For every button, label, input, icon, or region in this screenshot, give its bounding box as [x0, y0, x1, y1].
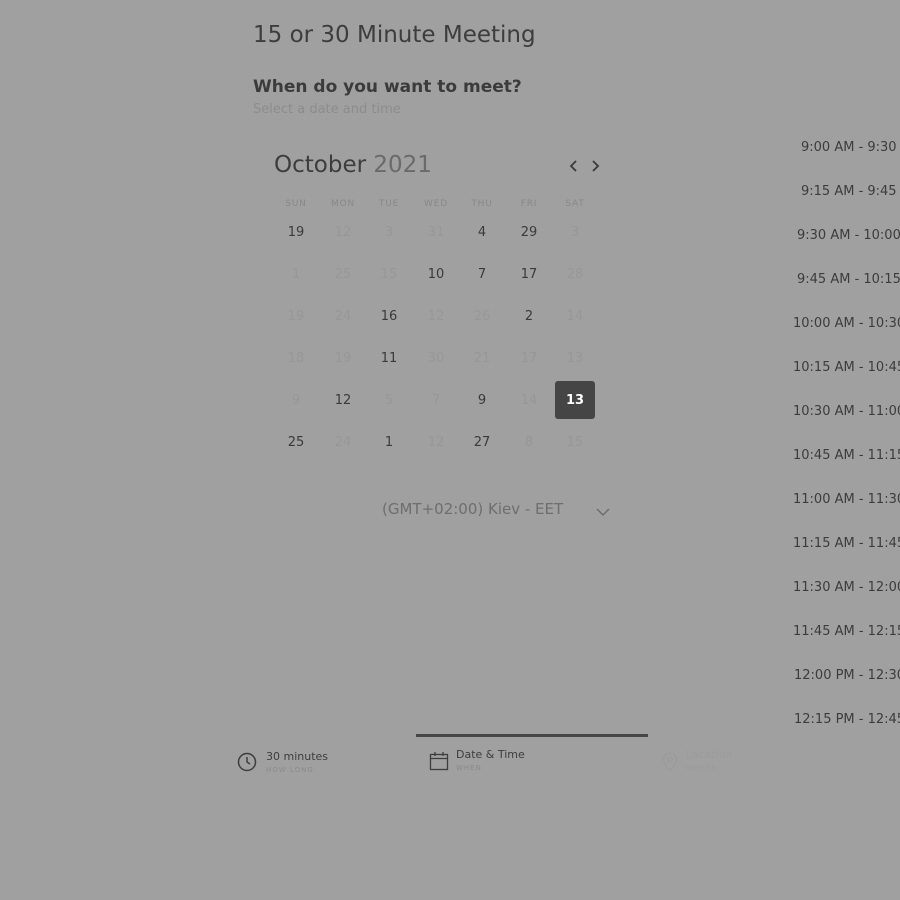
weekday-label: WED: [424, 199, 448, 209]
calendar-day[interactable]: 25: [276, 423, 316, 461]
weekday-label: SAT: [565, 199, 585, 209]
time-slot-button[interactable]: 9:15 AM - 9:45 AM: [801, 171, 900, 211]
time-slot-button[interactable]: 11:30 AM - 12:00 PM: [793, 567, 900, 607]
calendar-day-selected[interactable]: 13: [555, 381, 595, 419]
time-slot-button[interactable]: 9:30 AM - 10:00 AM: [797, 215, 900, 255]
calendar-day: 26: [473, 308, 491, 324]
calendar-month-year: October 2021: [274, 152, 432, 178]
calendar-day[interactable]: 9: [462, 381, 502, 419]
active-step-indicator: [416, 734, 648, 737]
calendar-day: 17: [520, 350, 538, 366]
calendar-day: 18: [287, 350, 305, 366]
calendar-day: 25: [334, 266, 352, 282]
calendar-day: 13: [566, 350, 584, 366]
calendar-day: 12: [334, 224, 352, 240]
calendar-month: October: [274, 152, 367, 178]
date-question-subtitle: Select a date and time: [253, 102, 401, 117]
timezone-dropdown-toggle[interactable]: [596, 502, 610, 521]
time-slot-button[interactable]: 11:00 AM - 11:30 AM: [793, 479, 900, 519]
calendar-day: 1: [291, 266, 301, 282]
weekday-label: FRI: [520, 199, 538, 209]
calendar-day[interactable]: 16: [369, 297, 409, 335]
weekday-label: TUE: [378, 199, 400, 209]
time-slot-button[interactable]: 10:00 AM - 10:30 AM: [793, 303, 900, 343]
weekday-label: MON: [331, 199, 355, 209]
calendar-day[interactable]: 1: [369, 423, 409, 461]
time-slot-button[interactable]: 10:15 AM - 10:45 AM: [793, 347, 900, 387]
time-slot-button[interactable]: 11:15 AM - 11:45 AM: [793, 523, 900, 563]
step-duration-label: 30 minutes: [266, 750, 329, 763]
calendar-day: 3: [570, 224, 580, 240]
calendar-day[interactable]: 29: [509, 213, 549, 251]
calendar-icon: [429, 752, 449, 771]
step-location-label: Location: [686, 748, 733, 761]
calendar-day: 24: [334, 434, 352, 450]
time-slot-button[interactable]: 9:45 AM - 10:15 AM: [797, 259, 900, 299]
calendar-day: 30: [427, 350, 445, 366]
calendar-day: 8: [524, 434, 534, 450]
time-slot-button[interactable]: 11:45 AM - 12:15 PM: [793, 611, 900, 651]
time-slot-button[interactable]: 12:15 PM - 12:45 PM: [794, 699, 900, 739]
meeting-title: 15 or 30 Minute Meeting: [253, 22, 536, 48]
calendar-day[interactable]: 11: [369, 339, 409, 377]
calendar-day: 31: [427, 224, 445, 240]
calendar-day[interactable]: 10: [416, 255, 456, 293]
calendar-day: 19: [287, 308, 305, 324]
step-date-time-sub: WHEN: [456, 764, 482, 772]
calendar-day[interactable]: 4: [462, 213, 502, 251]
location-pin-icon: [662, 752, 678, 772]
calendar-day: 5: [384, 392, 394, 408]
calendar-day: 14: [520, 392, 538, 408]
chevron-right-icon: [592, 160, 600, 172]
calendar-day: 14: [566, 308, 584, 324]
time-slot-button[interactable]: 9:00 AM - 9:30 AM: [801, 127, 900, 167]
calendar-day: 12: [427, 434, 445, 450]
timezone-select[interactable]: (GMT+02:00) Kiev - EET: [382, 500, 563, 518]
calendar-day[interactable]: 7: [462, 255, 502, 293]
time-slot-button[interactable]: 10:45 AM - 11:15 AM: [793, 435, 900, 475]
chevron-down-icon: [596, 508, 610, 517]
calendar-day: 3: [384, 224, 394, 240]
calendar-day[interactable]: 27: [462, 423, 502, 461]
chevron-left-icon: [569, 160, 577, 172]
time-slot-button[interactable]: 10:30 AM - 11:00 AM: [793, 391, 900, 431]
calendar-day: 19: [334, 350, 352, 366]
calendar-day: 28: [566, 266, 584, 282]
calendar-day: 9: [291, 392, 301, 408]
next-month-button[interactable]: [584, 155, 606, 177]
previous-month-button[interactable]: [563, 155, 585, 177]
calendar-day: 15: [566, 434, 584, 450]
weekday-label: THU: [471, 199, 493, 209]
calendar-day[interactable]: 12: [323, 381, 363, 419]
calendar-day: 24: [334, 308, 352, 324]
calendar-day: 12: [427, 308, 445, 324]
step-duration-sub: HOW LONG: [266, 766, 314, 774]
calendar-day: 7: [431, 392, 441, 408]
time-slot-button[interactable]: 12:00 PM - 12:30 PM: [794, 655, 900, 695]
clock-icon: [237, 752, 257, 772]
calendar-day: 21: [473, 350, 491, 366]
calendar-day: 15: [380, 266, 398, 282]
calendar-day[interactable]: 17: [509, 255, 549, 293]
calendar-day[interactable]: 19: [276, 213, 316, 251]
calendar-year: 2021: [373, 152, 432, 178]
calendar-day[interactable]: 2: [509, 297, 549, 335]
date-question-heading: When do you want to meet?: [253, 77, 522, 97]
step-date-time-label: Date & Time: [456, 748, 525, 761]
weekday-label: SUN: [285, 199, 307, 209]
step-location-sub: WHERE: [686, 764, 717, 772]
